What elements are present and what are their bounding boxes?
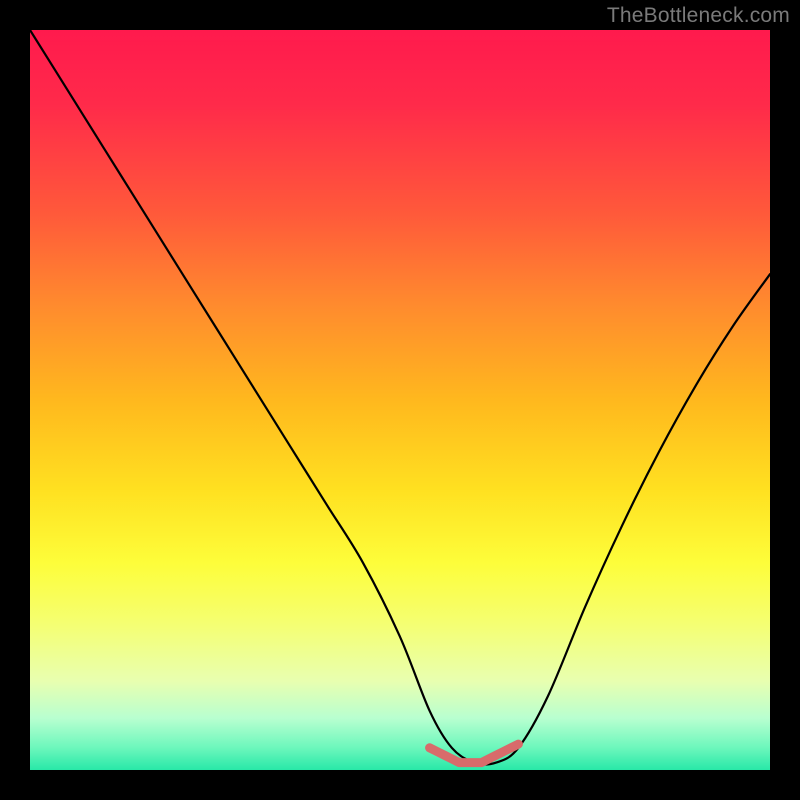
outer-frame: TheBottleneck.com xyxy=(0,0,800,800)
chart-svg xyxy=(30,30,770,770)
plot-area xyxy=(30,30,770,770)
bottleneck-curve-path xyxy=(30,30,770,764)
watermark-text: TheBottleneck.com xyxy=(607,4,790,28)
